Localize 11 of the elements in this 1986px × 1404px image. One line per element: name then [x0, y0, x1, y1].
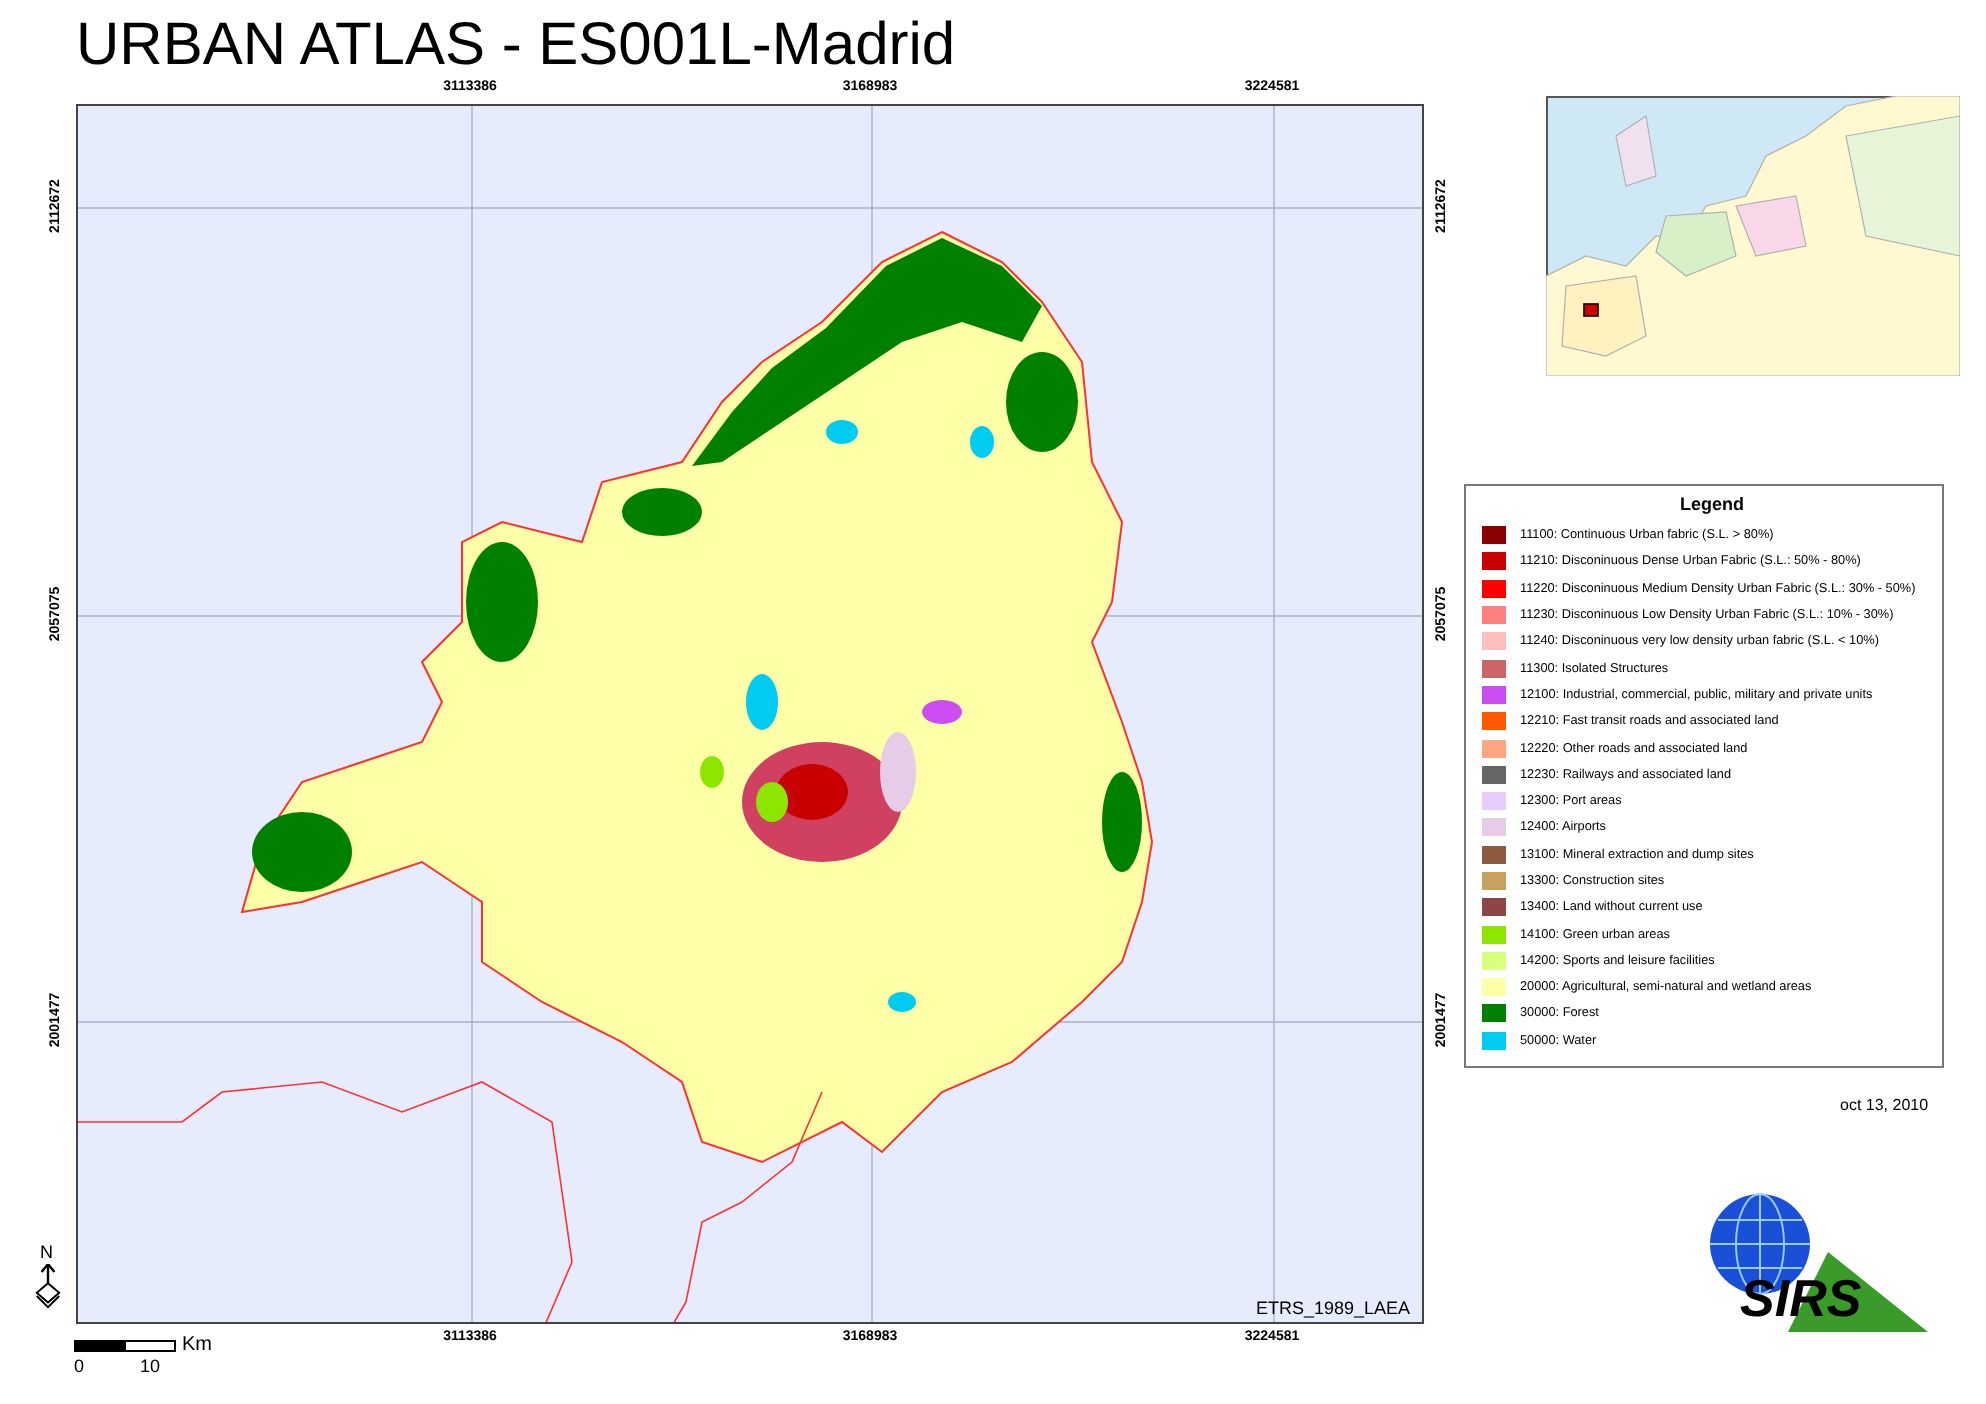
- north-arrow-icon: [32, 1264, 64, 1312]
- scale-unit: Km: [182, 1334, 212, 1356]
- scale-label: 10: [140, 1356, 161, 1376]
- map-title: URBAN ATLAS - ES001L-Madrid: [74, 10, 956, 76]
- scale-bar-icon: [74, 1340, 178, 1352]
- legend-title: Legend: [1677, 494, 1746, 514]
- north-label: N: [40, 1242, 53, 1262]
- map-date: oct 13, 2010: [1840, 1096, 1929, 1114]
- logo-text: SIRS: [1740, 1268, 1862, 1330]
- scale-label: 0: [74, 1356, 85, 1376]
- projection-label: ETRS_1989_LAEA: [1255, 1298, 1410, 1318]
